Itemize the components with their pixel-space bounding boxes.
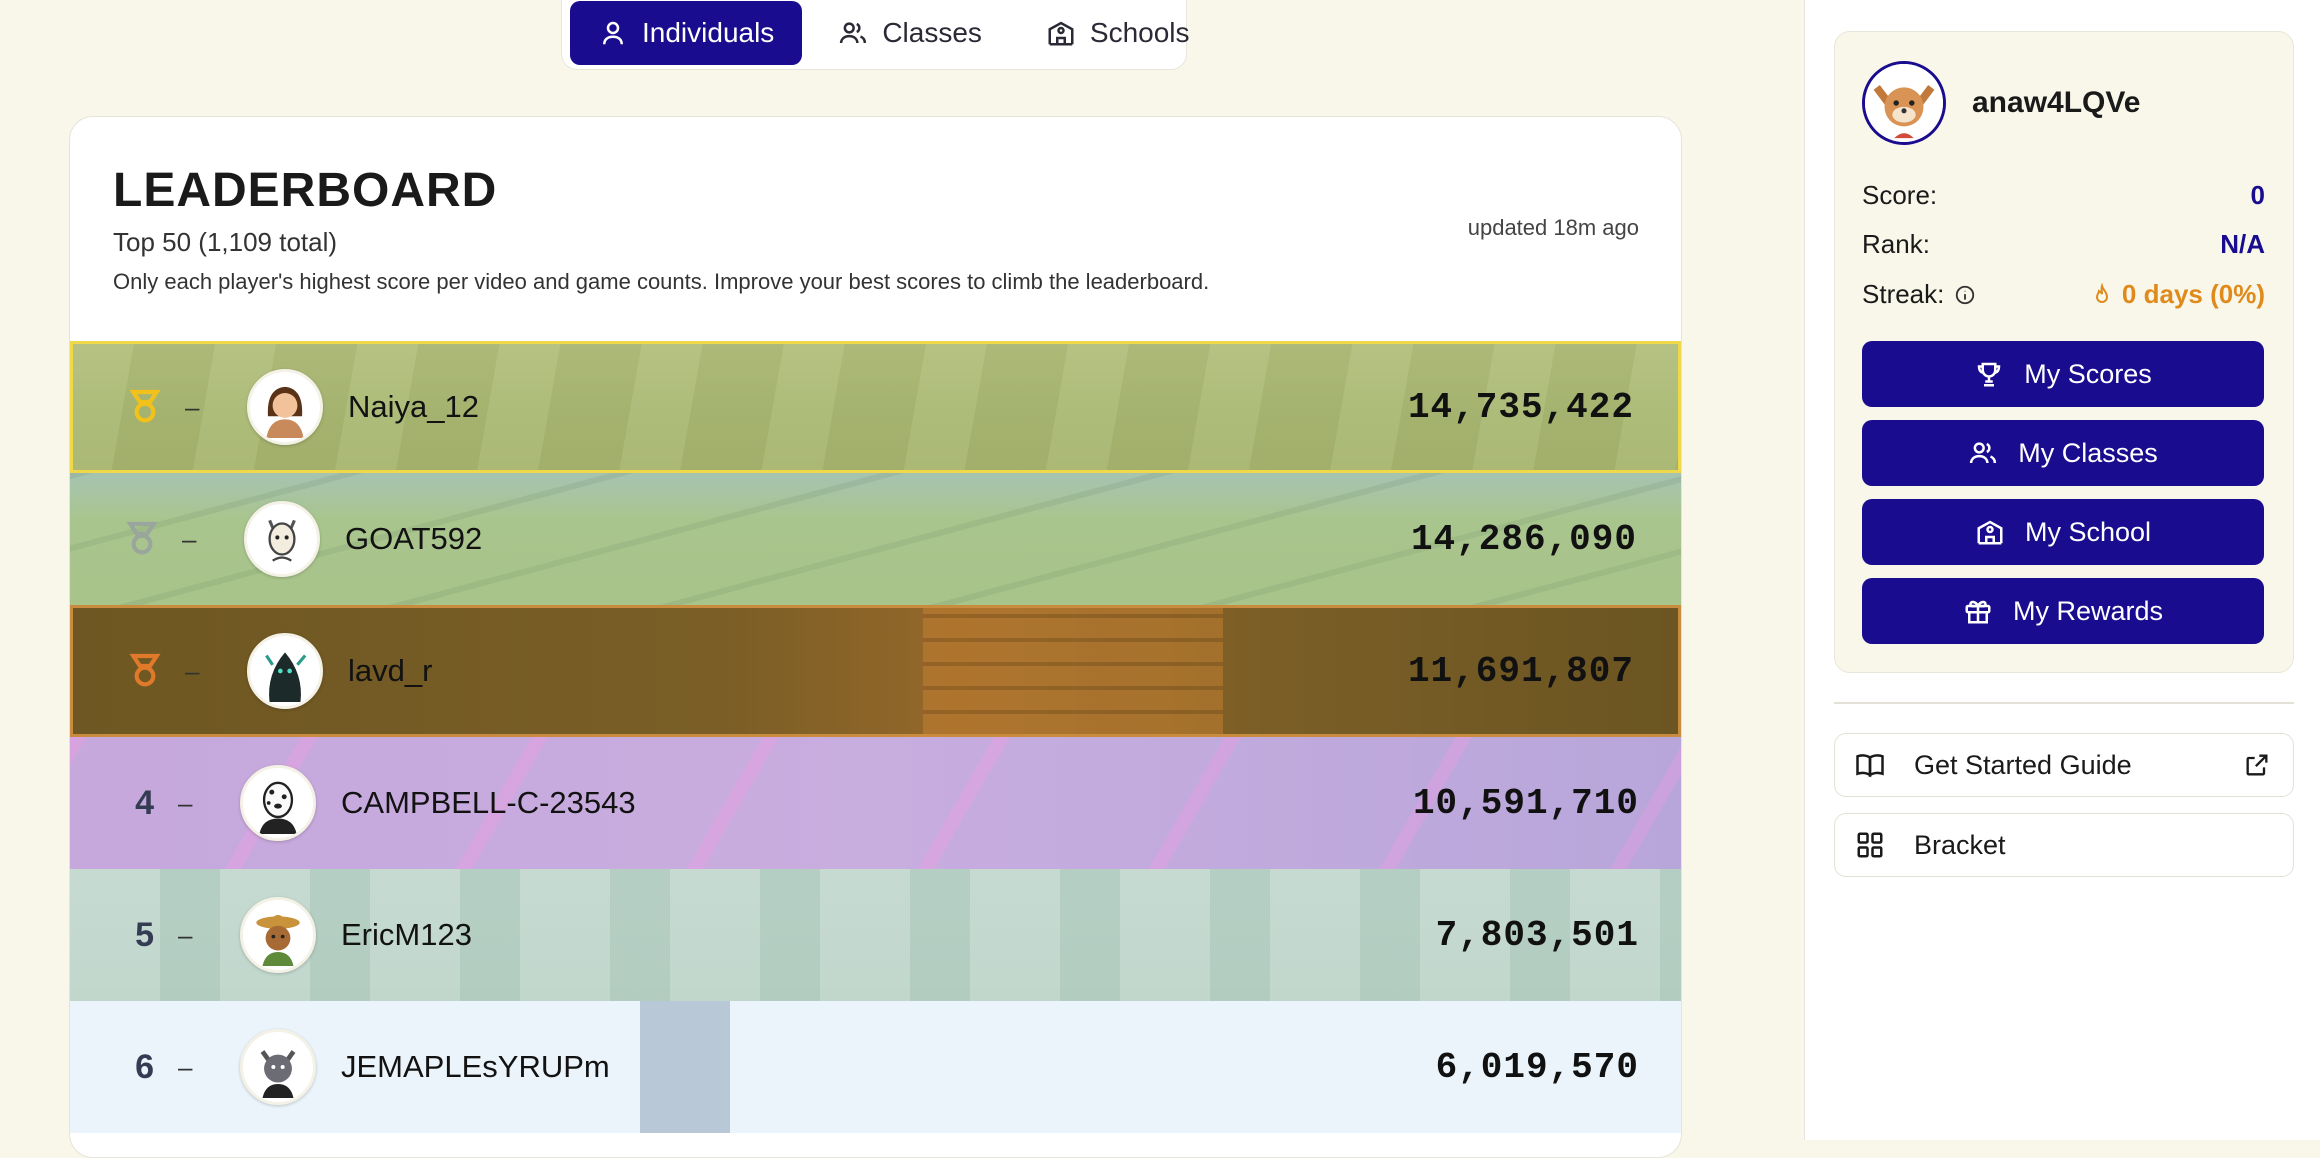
page-title: LEADERBOARD	[113, 164, 498, 217]
get-started-guide-link[interactable]: Get Started Guide	[1834, 733, 2294, 797]
person-icon	[603, 21, 623, 45]
tab-label: Classes	[882, 17, 982, 48]
rank-number: 6	[135, 1047, 154, 1086]
leaderboard-card: LEADERBOARD Top 50 (1,109 total) Only ea…	[69, 116, 1682, 1158]
player-name: lavd_r	[348, 653, 433, 688]
list-item[interactable]: 6 – JEMAPLEsYRUPm 6,019,570	[70, 1001, 1681, 1133]
avatar	[240, 765, 316, 841]
list-item[interactable]: 5 – EricM123 7,803,501	[70, 869, 1681, 1001]
my-classes-button[interactable]: My Classes	[1862, 420, 2264, 486]
rank-change: –	[178, 919, 193, 950]
bronze-medal-icon	[129, 653, 161, 687]
people-icon	[840, 22, 867, 44]
school-icon	[1977, 520, 2003, 545]
username: anaw4LQVe	[1972, 86, 2141, 119]
rank-number: 5	[135, 915, 154, 954]
divider	[1834, 702, 2294, 704]
tab-classes[interactable]: Classes	[810, 1, 1010, 65]
rank-number: 4	[135, 783, 154, 822]
streak-value: 0 days (0%)	[2121, 279, 2265, 309]
player-score: 7,803,501	[1435, 914, 1639, 956]
button-label: My School	[2024, 516, 2152, 547]
my-rewards-button[interactable]: My Rewards	[1862, 578, 2264, 644]
leaderboard-note: Only each player's highest score per vid…	[113, 269, 1210, 294]
updated-timestamp: updated 18m ago	[1467, 215, 1639, 240]
rank-label: Rank:	[1862, 229, 1930, 259]
leaderboard-tabs: Individuals Classes Schools	[561, 0, 1190, 70]
people-icon	[1970, 442, 1997, 464]
tab-label: Individuals	[642, 17, 775, 48]
profile-card: anaw4LQVe Score: 0 Rank: N/A Streak: 0 d…	[1834, 31, 2294, 673]
info-icon[interactable]	[1954, 284, 1976, 306]
rank-change: –	[185, 391, 200, 422]
score-label: Score:	[1862, 180, 1938, 210]
player-score: 11,691,807	[1407, 650, 1634, 692]
bracket-link[interactable]: Bracket	[1834, 813, 2294, 877]
player-score: 10,591,710	[1412, 782, 1639, 824]
rank-value: N/A	[2220, 229, 2265, 259]
player-score: 14,735,422	[1407, 386, 1634, 428]
tab-schools[interactable]: Schools	[1018, 1, 1218, 65]
list-item[interactable]: – Naiya_12 14,735,422	[70, 341, 1681, 473]
score-stat: Score: 0	[1862, 180, 2265, 211]
avatar[interactable]	[1862, 61, 1946, 145]
gold-medal-icon	[129, 389, 161, 423]
avatar	[247, 633, 323, 709]
school-icon	[1048, 21, 1074, 46]
trophy-icon	[1977, 362, 2001, 387]
rank-change: –	[178, 1051, 193, 1082]
list-item[interactable]: – lavd_r 11,691,807	[70, 605, 1681, 737]
button-label: My Classes	[2018, 437, 2158, 468]
avatar	[244, 501, 320, 577]
rank-change: –	[185, 655, 200, 686]
grid-icon	[1857, 832, 1883, 858]
avatar	[240, 1029, 316, 1105]
player-score: 14,286,090	[1410, 518, 1637, 560]
rank-change: –	[178, 787, 193, 818]
player-score: 6,019,570	[1435, 1046, 1639, 1088]
tab-label: Schools	[1089, 17, 1190, 48]
external-link-icon	[2246, 754, 2268, 776]
leaderboard-subtitle: Top 50 (1,109 total)	[113, 227, 338, 257]
link-label: Get Started Guide	[1914, 749, 2132, 780]
gift-icon	[1965, 600, 1991, 624]
player-name: JEMAPLEsYRUPm	[341, 1049, 610, 1084]
button-label: My Rewards	[2012, 595, 2164, 626]
my-scores-button[interactable]: My Scores	[1862, 341, 2264, 407]
avatar	[240, 897, 316, 973]
list-item[interactable]: 4 – CAMPBELL-C-23543 10,591,710	[70, 737, 1681, 869]
my-school-button[interactable]: My School	[1862, 499, 2264, 565]
list-item[interactable]: – GOAT592 14,286,090	[70, 473, 1681, 605]
tab-individuals[interactable]: Individuals	[570, 1, 803, 65]
score-value: 0	[2250, 180, 2265, 210]
avatar	[247, 369, 323, 445]
flame-icon	[2095, 282, 2108, 303]
streak-stat: Streak: 0 days (0%)	[1862, 279, 2265, 310]
player-name: EricM123	[341, 917, 472, 952]
rank-change: –	[182, 523, 197, 554]
button-label: My Scores	[2024, 358, 2152, 389]
rank-stat: Rank: N/A	[1862, 229, 2265, 260]
streak-label: Streak:	[1862, 279, 1945, 309]
leaderboard-list: – Naiya_12 14,735,422 – GOAT592 14,286,0…	[70, 341, 1681, 1133]
book-icon	[1856, 754, 1884, 778]
silver-medal-icon	[126, 521, 158, 555]
player-name: GOAT592	[345, 521, 483, 556]
sidebar: anaw4LQVe Score: 0 Rank: N/A Streak: 0 d…	[1804, 0, 2320, 1140]
player-name: CAMPBELL-C-23543	[341, 785, 636, 820]
player-name: Naiya_12	[348, 389, 479, 424]
link-label: Bracket	[1914, 829, 2006, 860]
